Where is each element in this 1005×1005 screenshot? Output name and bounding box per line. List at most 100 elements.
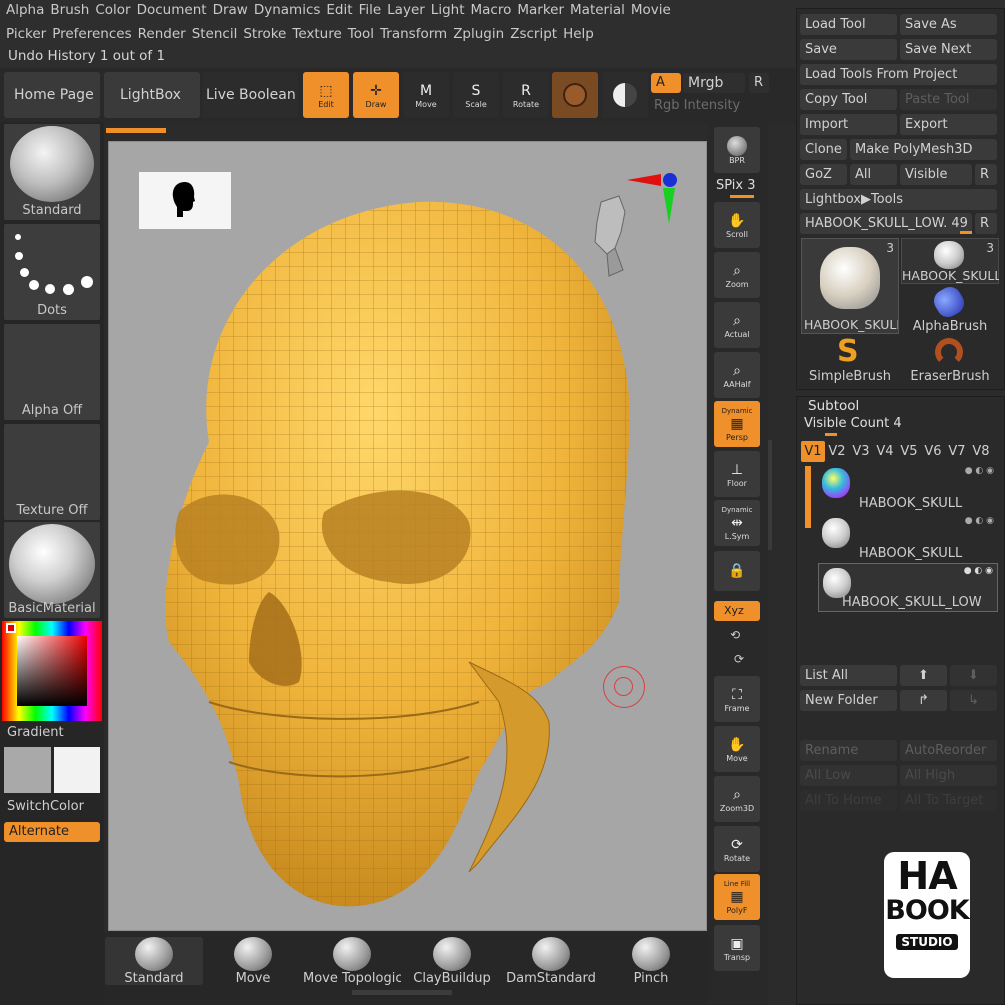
menu-macro[interactable]: Macro — [465, 0, 512, 21]
rotate-mode-button[interactable]: R Rotate — [503, 72, 549, 118]
menu-render[interactable]: Render — [132, 23, 186, 45]
transp-button[interactable]: ▣ Transp — [714, 925, 760, 971]
tray-divider-handle[interactable] — [768, 440, 772, 550]
switch-color-button[interactable]: SwitchColor — [7, 799, 84, 814]
zoom-button[interactable]: ⌕ Zoom — [714, 252, 760, 298]
copy-tool-button[interactable]: Copy Tool — [800, 89, 897, 110]
arrow-right-icon[interactable]: ↱ — [900, 690, 947, 711]
rgb-intensity-slider[interactable]: Rgb Intensity — [654, 98, 740, 113]
tool-thumb-eraserbrush[interactable]: EraserBrush — [901, 336, 999, 384]
subtool-item-2[interactable]: ● ◐ ◉ HABOOK_SKULL — [818, 514, 998, 562]
menu-picker[interactable]: Picker — [0, 23, 46, 45]
polyf-button[interactable]: Line Fill ▦ PolyF — [714, 874, 760, 920]
visibility-eye-icon[interactable]: ● ◐ ◉ — [964, 566, 993, 576]
goz-r-button[interactable]: R — [975, 164, 997, 185]
scale-mode-button[interactable]: S Scale — [453, 72, 499, 118]
frame-button[interactable]: ⛶ Frame — [714, 676, 760, 722]
menu-texture[interactable]: Texture — [286, 23, 341, 45]
menu-layer[interactable]: Layer — [381, 0, 425, 21]
material-swatch-button[interactable] — [552, 72, 598, 118]
menu-zplugin[interactable]: Zplugin — [447, 23, 504, 45]
list-all-button[interactable]: List All — [800, 665, 897, 686]
bpr-button[interactable]: BPR — [714, 127, 760, 173]
draw-mode-button[interactable]: ✛ Draw — [353, 72, 399, 118]
menu-stroke[interactable]: Stroke — [237, 23, 286, 45]
floor-button[interactable]: ⊥ Floor — [714, 451, 760, 497]
goz-button[interactable]: GoZ — [800, 164, 847, 185]
save-button[interactable]: Save — [800, 39, 897, 60]
menu-marker[interactable]: Marker — [511, 0, 564, 21]
tool-thumb-skull-small[interactable]: 3 HABOOK_SKULL — [901, 238, 999, 284]
save-next-button[interactable]: Save Next — [900, 39, 997, 60]
visible-count-slider[interactable]: Visible Count 4 — [804, 416, 902, 431]
a-toggle[interactable]: A — [651, 73, 681, 93]
gradient-color-b[interactable] — [54, 747, 100, 793]
skull-mesh[interactable] — [149, 182, 649, 922]
primary-color-swatch[interactable] — [6, 623, 16, 633]
subtool-tab-v8[interactable]: V8 — [969, 441, 993, 462]
document-canvas[interactable] — [108, 141, 707, 931]
subtool-item-3-selected[interactable]: ● ◐ ◉ HABOOK_SKULL_LOW — [818, 563, 998, 612]
subtool-tab-v6[interactable]: V6 — [921, 441, 945, 462]
xyz-toggle[interactable]: Xyz — [714, 601, 760, 621]
subtool-tab-v7[interactable]: V7 — [945, 441, 969, 462]
mrgb-button[interactable]: Mrgb — [683, 73, 745, 93]
subtool-tab-v4[interactable]: V4 — [873, 441, 897, 462]
menu-file[interactable]: File — [353, 0, 382, 21]
alternate-button[interactable]: Alternate — [4, 822, 100, 842]
visibility-eye-icon[interactable]: ● ◐ ◉ — [965, 466, 994, 476]
menu-alpha[interactable]: Alpha — [0, 0, 44, 21]
spix-slider[interactable]: SPix 3 — [716, 178, 756, 193]
rename-button[interactable]: Rename — [800, 740, 897, 761]
menu-dynamics[interactable]: Dynamics — [248, 0, 321, 21]
auto-reorder-button[interactable]: AutoReorder — [900, 740, 997, 761]
live-boolean-button[interactable]: Live Boolean — [202, 72, 298, 118]
arrow-down-right-icon[interactable]: ↳ — [950, 690, 997, 711]
r-toggle[interactable]: R — [749, 73, 769, 93]
menu-color[interactable]: Color — [89, 0, 130, 21]
menu-tool[interactable]: Tool — [342, 23, 374, 45]
goz-visible-button[interactable]: Visible — [900, 164, 972, 185]
visibility-eye-icon[interactable]: ● ◐ ◉ — [965, 516, 994, 526]
current-tool-slider[interactable]: HABOOK_SKULL_LOW. 49 — [800, 213, 972, 234]
color-picker[interactable] — [2, 621, 102, 721]
menu-edit[interactable]: Edit — [320, 0, 352, 21]
persp-button[interactable]: Dynamic ▦ Persp — [714, 401, 760, 447]
save-as-button[interactable]: Save As — [900, 14, 997, 35]
menu-movie[interactable]: Movie — [625, 0, 671, 21]
move-down-icon[interactable]: ⬇ — [950, 665, 997, 686]
menu-zscript[interactable]: Zscript — [504, 23, 557, 45]
gradient-color-a[interactable] — [4, 747, 51, 793]
subtool-title[interactable]: Subtool — [808, 398, 859, 414]
home-page-button[interactable]: Home Page — [4, 72, 100, 118]
tool-thumb-simplebrush[interactable]: S SimpleBrush — [801, 336, 899, 385]
move-view-button[interactable]: ✋ Move — [714, 726, 760, 772]
load-tools-from-project-button[interactable]: Load Tools From Project — [800, 64, 997, 85]
menu-material[interactable]: Material — [564, 0, 625, 21]
current-tool-r-button[interactable]: R — [975, 213, 997, 234]
brush-bar-scroll[interactable] — [352, 990, 452, 995]
all-to-home-button[interactable]: All To Home — [800, 790, 897, 811]
scroll-button[interactable]: ✋ Scroll — [714, 202, 760, 248]
texture-selector[interactable]: Texture Off — [4, 424, 100, 520]
menu-document[interactable]: Document — [131, 0, 207, 21]
subtool-tab-v1[interactable]: V1 — [801, 441, 825, 462]
lightbox-tools-button[interactable]: Lightbox▶Tools — [800, 189, 997, 210]
brush-move-topological[interactable]: Move Topologic — [303, 937, 401, 985]
make-polymesh3d-button[interactable]: Make PolyMesh3D — [850, 139, 997, 160]
move-mode-button[interactable]: M Move — [403, 72, 449, 118]
stroke-selector[interactable]: Dots — [4, 224, 100, 320]
brush-pinch[interactable]: Pinch — [602, 937, 700, 986]
export-button[interactable]: Export — [900, 114, 997, 135]
menu-help[interactable]: Help — [557, 23, 594, 45]
brush-move[interactable]: Move — [204, 937, 302, 986]
zoom3d-button[interactable]: ⌕ Zoom3D — [714, 776, 760, 822]
alpha-selector[interactable]: Alpha Off — [4, 324, 100, 420]
rotate-view-button[interactable]: ⟳ Rotate — [714, 826, 760, 872]
material-selector[interactable]: BasicMaterial — [4, 522, 100, 618]
menu-stencil[interactable]: Stencil — [186, 23, 238, 45]
menu-transform[interactable]: Transform — [374, 23, 447, 45]
edit-mode-button[interactable]: ⬚ Edit — [303, 72, 349, 118]
brush-selector[interactable]: Standard — [4, 124, 100, 220]
color-mode-button[interactable] — [602, 72, 648, 118]
